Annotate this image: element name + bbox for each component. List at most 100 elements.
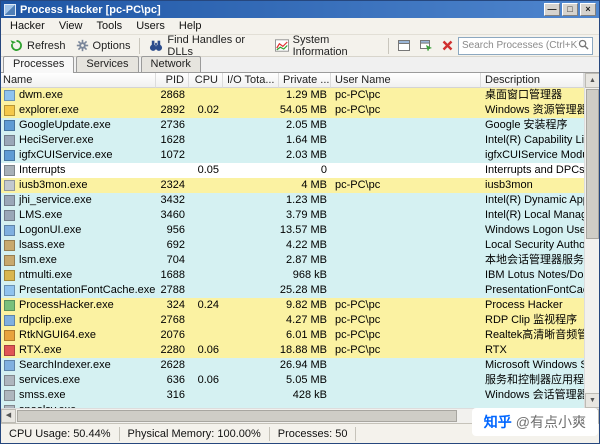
window-panel-button[interactable]	[393, 38, 415, 53]
process-description: Google 安装程序	[485, 119, 568, 131]
process-icon	[4, 300, 15, 311]
process-description: Intel(R) Dynamic App	[485, 194, 584, 206]
process-private-bytes: 4 MB	[301, 179, 327, 191]
minimize-button[interactable]: —	[544, 3, 560, 16]
process-name: lsass.exe	[19, 239, 65, 251]
tab-services[interactable]: Services	[76, 56, 139, 72]
window-new-button[interactable]	[415, 38, 437, 53]
refresh-button[interactable]: Refresh	[5, 37, 71, 54]
horizontal-scrollbar-thumb[interactable]	[17, 410, 457, 422]
process-cpu	[189, 148, 223, 163]
table-row[interactable]: lsm.exe 704 2.87 MB 本地会话管理器服务	[1, 253, 584, 268]
process-io-total	[223, 298, 279, 313]
window-arrow-icon	[420, 40, 432, 51]
table-row[interactable]: PresentationFontCache.exe 2788 25.28 MB …	[1, 283, 584, 298]
close-panel-button[interactable]	[437, 38, 458, 53]
table-row[interactable]: services.exe 636 0.06 5.05 MB 服务和控制器应用程序	[1, 373, 584, 388]
maximize-button[interactable]: □	[562, 3, 578, 16]
find-handles-label: Find Handles or DLLs	[167, 33, 246, 58]
process-io-total	[223, 238, 279, 253]
options-button[interactable]: Options	[71, 37, 136, 54]
process-icon	[4, 285, 15, 296]
table-row[interactable]: Interrupts 0.05 0 Interrupts and DPCs	[1, 163, 584, 178]
table-row[interactable]: jhi_service.exe 3432 1.23 MB Intel(R) Dy…	[1, 193, 584, 208]
process-cpu: 0.06	[197, 374, 219, 386]
status-cpu-usage: CPU Usage: 50.44%	[1, 426, 120, 441]
table-row[interactable]: explorer.exe 2892 0.02 54.05 MB pc-PC\pc…	[1, 103, 584, 118]
table-row[interactable]: lsass.exe 692 4.22 MB Local Security Aut…	[1, 238, 584, 253]
table-row[interactable]: SearchIndexer.exe 2628 26.94 MB Microsof…	[1, 358, 584, 373]
scroll-down-icon[interactable]: ▼	[585, 393, 599, 408]
table-row[interactable]: RTX.exe 2280 0.06 18.88 MB pc-PC\pc RTX	[1, 343, 584, 358]
column-header-description[interactable]: Description	[481, 73, 584, 88]
process-list: dwm.exe 2868 1.29 MB pc-PC\pc 桌面窗口管理器 ex…	[1, 88, 584, 408]
table-row[interactable]: rdpclip.exe 2768 4.27 MB pc-PC\pc RDP Cl…	[1, 313, 584, 328]
table-row[interactable]: ntmulti.exe 1688 968 kB IBM Lotus Notes/…	[1, 268, 584, 283]
process-name: RTX.exe	[19, 344, 62, 356]
process-pid: 2324	[160, 179, 185, 191]
process-cpu	[189, 178, 223, 193]
menu-hacker[interactable]: Hacker	[3, 19, 52, 33]
close-button[interactable]: ×	[580, 3, 596, 16]
scroll-left-icon[interactable]: ◀	[1, 409, 16, 423]
table-row[interactable]: iusb3mon.exe 2324 4 MB pc-PC\pc iusb3mon	[1, 178, 584, 193]
process-io-total	[223, 343, 279, 358]
search-input[interactable]	[462, 40, 578, 51]
table-row[interactable]: LogonUI.exe 956 13.57 MB Windows Logon U…	[1, 223, 584, 238]
binoculars-icon	[149, 39, 163, 52]
process-io-total	[223, 193, 279, 208]
process-user-name: pc-PC\pc	[335, 344, 381, 356]
process-io-total	[223, 253, 279, 268]
process-cpu	[189, 268, 223, 283]
process-pid: 704	[166, 254, 185, 266]
table-row[interactable]: LMS.exe 3460 3.79 MB Intel(R) Local Mana…	[1, 208, 584, 223]
watermark-handle: @有点小爽	[515, 414, 586, 430]
table-row[interactable]: igfxCUIService.exe 1072 2.03 MB igfxCUIS…	[1, 148, 584, 163]
process-icon	[4, 375, 15, 386]
process-pid: 1688	[160, 269, 185, 281]
column-header-private-bytes[interactable]: Private ...	[279, 73, 331, 88]
table-row[interactable]: dwm.exe 2868 1.29 MB pc-PC\pc 桌面窗口管理器	[1, 88, 584, 103]
column-header-name[interactable]: Name	[1, 73, 156, 88]
process-description: igfxCUIService Modu	[485, 149, 584, 161]
process-description: Local Security Author	[485, 239, 584, 251]
process-icon	[4, 330, 15, 341]
table-header: Name PID CPU I/O Tota... Private ... Use…	[1, 73, 584, 88]
column-header-user-name[interactable]: User Name	[331, 73, 481, 88]
process-io-total	[223, 178, 279, 193]
process-user-name	[331, 193, 481, 208]
tab-network[interactable]: Network	[140, 56, 201, 72]
toolbar: Refresh Options Find Handles or DLLs Sys…	[1, 32, 599, 60]
process-cpu	[189, 133, 223, 148]
process-user-name	[331, 373, 481, 388]
process-description: iusb3mon	[485, 179, 533, 191]
table-row[interactable]: smss.exe 316 428 kB Windows 会话管理器	[1, 388, 584, 403]
column-header-cpu[interactable]: CPU	[189, 73, 223, 88]
process-cpu	[189, 238, 223, 253]
menu-view[interactable]: View	[52, 19, 90, 33]
table-row[interactable]: GoogleUpdate.exe 2736 2.05 MB Google 安装程…	[1, 118, 584, 133]
toolbar-separator	[388, 37, 389, 54]
menu-tools[interactable]: Tools	[90, 19, 130, 33]
table-row[interactable]: RtkNGUI64.exe 2076 6.01 MB pc-PC\pc Real…	[1, 328, 584, 343]
column-header-io-total[interactable]: I/O Tota...	[223, 73, 279, 88]
process-private-bytes: 0	[320, 164, 327, 176]
tab-processes[interactable]: Processes	[3, 56, 75, 73]
vertical-scrollbar-thumb[interactable]	[586, 89, 599, 239]
search-icon[interactable]	[578, 39, 589, 53]
process-private-bytes: 2.87 MB	[286, 254, 327, 266]
process-description: 服务和控制器应用程序	[485, 374, 584, 386]
process-hacker-window: Process Hacker [pc-PC\pc] — □ × Hacker V…	[0, 0, 600, 444]
process-icon	[4, 120, 15, 131]
process-io-total	[223, 133, 279, 148]
table-row[interactable]: ProcessHacker.exe 324 0.24 9.82 MB pc-PC…	[1, 298, 584, 313]
process-name: jhi_service.exe	[19, 194, 92, 206]
vertical-scrollbar[interactable]: ▲ ▼	[584, 73, 599, 408]
process-io-total	[223, 358, 279, 373]
table-row[interactable]: HeciServer.exe 1628 1.64 MB Intel(R) Cap…	[1, 133, 584, 148]
column-header-pid[interactable]: PID	[156, 73, 189, 88]
system-information-button[interactable]: System Information	[270, 32, 384, 60]
process-cpu: 0.05	[197, 164, 219, 176]
scroll-up-icon[interactable]: ▲	[585, 73, 599, 88]
process-private-bytes: 1.23 MB	[286, 194, 327, 206]
